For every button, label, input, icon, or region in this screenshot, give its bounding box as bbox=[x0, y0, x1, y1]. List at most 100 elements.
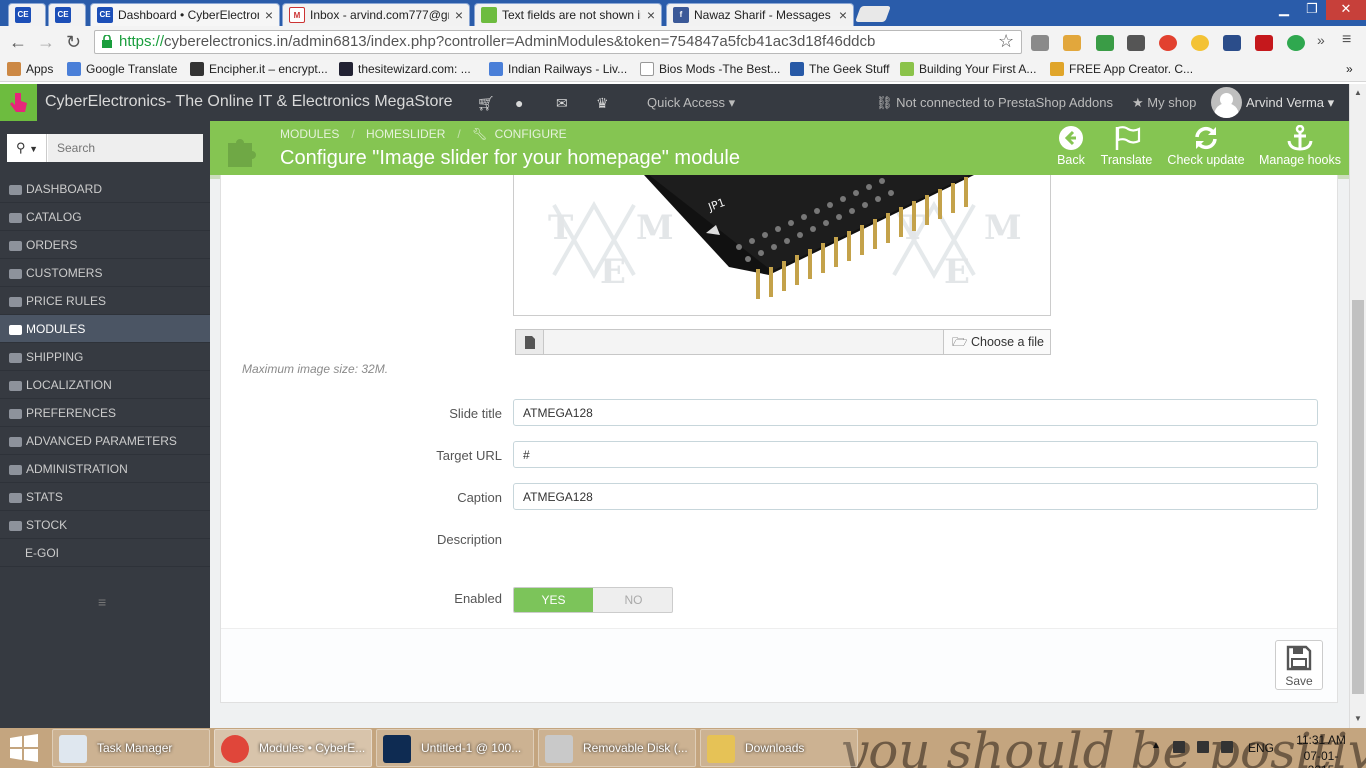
address-bar[interactable]: https://cyberelectronics.in/admin6813/in… bbox=[94, 30, 1022, 54]
sidebar-item-e-goi[interactable]: E-GOI bbox=[0, 539, 210, 567]
cart-icon[interactable]: 🛒︎ bbox=[477, 95, 495, 112]
taskbar-photoshop[interactable]: Untitled-1 @ 100... bbox=[376, 729, 534, 767]
choose-file-button[interactable]: 🗁︎ Choose a file bbox=[943, 330, 1050, 354]
sidebar-item-catalog[interactable]: CATALOG bbox=[0, 203, 210, 231]
sidebar-item-preferences[interactable]: PREFERENCES bbox=[0, 399, 210, 427]
sidebar-item-dashboard[interactable]: DASHBOARD bbox=[0, 175, 210, 203]
sidebar-item-price-rules[interactable]: PRICE RULES bbox=[0, 287, 210, 315]
browser-tab-facebook[interactable]: f Nawaz Sharif - Messages × bbox=[666, 3, 854, 26]
breadcrumb-item[interactable]: HOMESLIDER bbox=[366, 127, 445, 141]
reload-icon[interactable]: ↻ bbox=[66, 32, 81, 53]
taskbar-removable-disk[interactable]: Removable Disk (... bbox=[538, 729, 696, 767]
sidebar-item-advanced-parameters[interactable]: ADVANCED PARAMETERS bbox=[0, 427, 210, 455]
bookmark-encipher[interactable]: Encipher.it – encrypt... bbox=[190, 62, 328, 76]
close-icon[interactable]: × bbox=[839, 7, 847, 23]
clock-date[interactable]: 07-01-2015 bbox=[1291, 749, 1351, 768]
taskbar-downloads[interactable]: Downloads bbox=[700, 729, 858, 767]
enabled-no-option[interactable]: NO bbox=[594, 588, 672, 612]
taskbar-chrome[interactable]: Modules • CyberE... bbox=[214, 729, 372, 767]
bookmark-apps[interactable]: Apps bbox=[7, 62, 53, 76]
slide-title-input[interactable] bbox=[513, 399, 1318, 426]
sidebar-item-customers[interactable]: CUSTOMERS bbox=[0, 259, 210, 287]
envelope-icon[interactable]: ✉ bbox=[556, 95, 568, 112]
sidebar-item-orders[interactable]: ORDERS bbox=[0, 231, 210, 259]
more-bookmarks-icon[interactable]: » bbox=[1346, 62, 1353, 76]
collapse-menu-icon[interactable]: ≡ bbox=[98, 594, 106, 610]
grammarly-icon[interactable] bbox=[1287, 35, 1305, 51]
breadcrumb-item[interactable]: MODULES bbox=[280, 127, 339, 141]
bookmark-free-app-creator[interactable]: FREE App Creator. C... bbox=[1050, 62, 1193, 76]
caption-input[interactable] bbox=[513, 483, 1318, 510]
bookmark-star-icon[interactable]: ☆ bbox=[998, 31, 1014, 52]
sidebar-item-modules[interactable]: MODULES bbox=[0, 315, 210, 343]
bookmark-building-app[interactable]: Building Your First A... bbox=[900, 62, 1036, 76]
employee-menu[interactable]: Arvind Verma ▾ bbox=[1246, 95, 1334, 111]
mail-icon[interactable] bbox=[1031, 35, 1049, 51]
shop-name[interactable]: CyberElectronics- The Online IT & Electr… bbox=[45, 93, 453, 111]
browser-tab-gmail[interactable]: M Inbox - arvind.com777@gm × bbox=[282, 3, 470, 26]
back-button[interactable]: Back bbox=[1056, 125, 1086, 167]
close-icon[interactable]: × bbox=[647, 7, 655, 23]
device-icon[interactable] bbox=[1173, 741, 1185, 753]
my-shop-link[interactable]: ★ My shop bbox=[1132, 95, 1196, 111]
bookmark-bios-mods[interactable]: Bios Mods -The Best... bbox=[640, 62, 780, 76]
extension-train-icon[interactable] bbox=[1255, 35, 1273, 51]
trophy-icon[interactable]: ♛ bbox=[596, 95, 609, 112]
avatar[interactable] bbox=[1211, 87, 1242, 118]
show-hidden-icons-icon[interactable]: ▲ bbox=[1151, 740, 1161, 751]
addons-connection-status[interactable]: ⛓︎ Not connected to PrestaShop Addons bbox=[876, 95, 1113, 111]
save-button[interactable]: Save bbox=[1275, 640, 1323, 690]
extension-grid-icon[interactable] bbox=[1096, 35, 1114, 51]
browser-tab-pinned-1[interactable]: CE bbox=[8, 3, 46, 26]
sidebar-item-shipping[interactable]: SHIPPING bbox=[0, 343, 210, 371]
bookmark-indian-railways[interactable]: Indian Railways - Liv... bbox=[489, 62, 627, 76]
chrome-menu-icon[interactable]: ≡ bbox=[1342, 31, 1351, 49]
volume-icon[interactable] bbox=[1221, 741, 1233, 753]
extension-box-icon[interactable] bbox=[1063, 35, 1081, 51]
pocket-icon[interactable] bbox=[1127, 35, 1145, 51]
taskbar-task-manager[interactable]: Task Manager bbox=[52, 729, 210, 767]
check-update-button[interactable]: Check update bbox=[1167, 125, 1245, 167]
minimize-icon[interactable]: ▁ bbox=[1270, 0, 1298, 20]
new-tab-button[interactable] bbox=[855, 6, 891, 22]
page-scrollbar[interactable]: ▲ ▼ bbox=[1349, 84, 1366, 728]
breadcrumb-item: CONFIGURE bbox=[494, 127, 567, 141]
sidebar-item-administration[interactable]: ADMINISTRATION bbox=[0, 455, 210, 483]
restore-icon[interactable]: ❐ bbox=[1298, 0, 1326, 20]
close-icon[interactable]: × bbox=[455, 7, 463, 23]
target-url-input[interactable] bbox=[513, 441, 1318, 468]
windows-start-icon[interactable] bbox=[8, 734, 40, 762]
input-language[interactable]: ENG bbox=[1248, 741, 1274, 755]
browser-tab-dashboard[interactable]: CE Dashboard • CyberElectroni × bbox=[90, 3, 280, 26]
search-type-dropdown[interactable]: ⚲ ▼ bbox=[7, 134, 47, 162]
bookmark-google-translate[interactable]: Google Translate bbox=[67, 62, 177, 76]
search-input[interactable] bbox=[48, 134, 203, 162]
bookmark-geek-stuff[interactable]: The Geek Stuff bbox=[790, 62, 890, 76]
translate-button[interactable]: Translate bbox=[1099, 125, 1154, 167]
user-icon[interactable]: ● bbox=[515, 95, 523, 111]
network-signal-icon[interactable] bbox=[1197, 741, 1209, 753]
scrollbar-thumb[interactable] bbox=[1352, 300, 1364, 694]
more-extensions-icon[interactable]: » bbox=[1317, 32, 1325, 48]
enabled-yes-option[interactable]: YES bbox=[514, 588, 593, 612]
sidebar-item-stock[interactable]: STOCK bbox=[0, 511, 210, 539]
bookmark-thesitewizard[interactable]: thesitewizard.com: ... bbox=[339, 62, 471, 76]
close-window-icon[interactable]: ✕ bbox=[1326, 0, 1366, 20]
sidebar-item-localization[interactable]: LOCALIZATION bbox=[0, 371, 210, 399]
clock-time[interactable]: 11:31 AM bbox=[1291, 733, 1351, 747]
manage-hooks-button[interactable]: Manage hooks bbox=[1257, 125, 1343, 167]
forward-arrow-icon[interactable]: → bbox=[37, 32, 55, 53]
browser-tab-prestashop-forum[interactable]: Text fields are not shown in × bbox=[474, 3, 662, 26]
sidebar-item-stats[interactable]: STATS bbox=[0, 483, 210, 511]
enabled-toggle[interactable]: YES NO bbox=[513, 587, 673, 613]
quick-access-menu[interactable]: Quick Access ▾ bbox=[647, 95, 735, 111]
scroll-up-icon[interactable]: ▲ bbox=[1354, 88, 1362, 97]
extension-blue-icon[interactable] bbox=[1223, 35, 1241, 51]
lightbulb-icon[interactable] bbox=[1191, 35, 1209, 51]
back-arrow-icon[interactable]: ← bbox=[9, 32, 27, 53]
close-icon[interactable]: × bbox=[265, 7, 273, 23]
scroll-down-icon[interactable]: ▼ bbox=[1354, 714, 1362, 723]
prestashop-logo-icon[interactable] bbox=[0, 84, 37, 121]
browser-tab-pinned-2[interactable]: CE bbox=[48, 3, 86, 26]
extension-red-icon[interactable] bbox=[1159, 35, 1177, 51]
